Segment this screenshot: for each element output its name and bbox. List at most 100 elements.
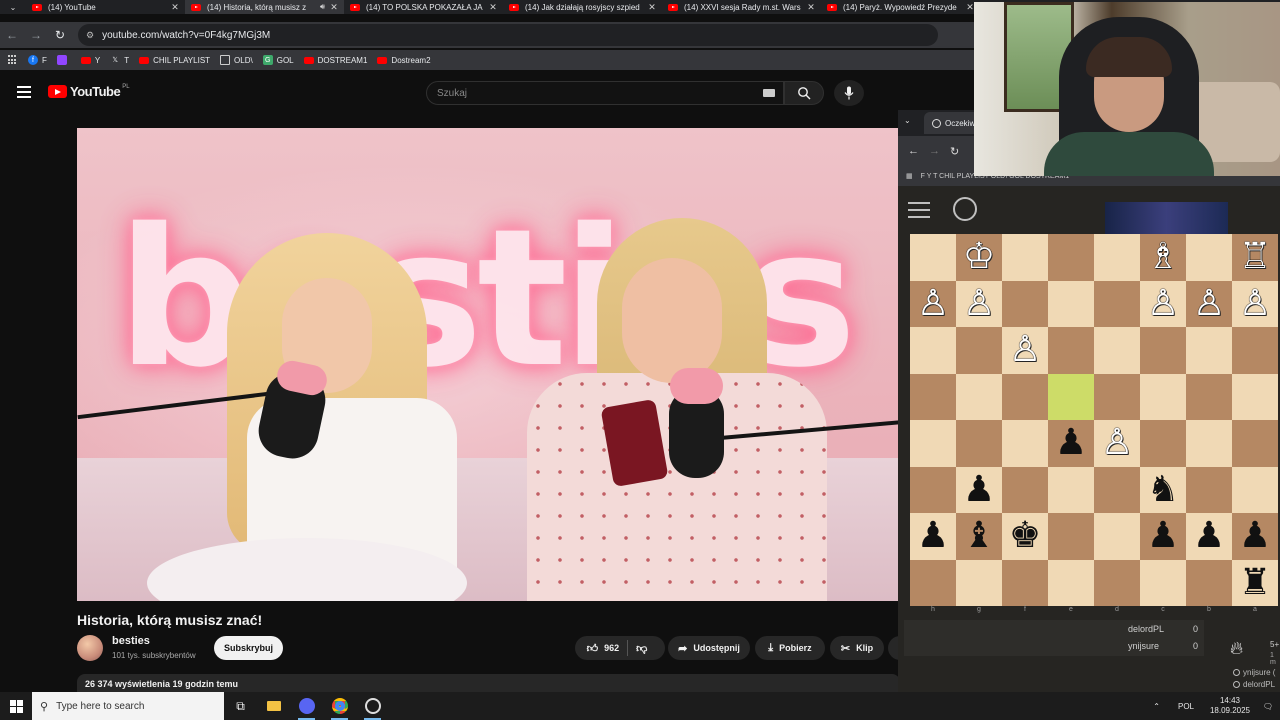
board-square[interactable]: ♙	[1094, 420, 1140, 467]
black-knight-icon[interactable]: ♞	[1147, 471, 1179, 508]
channel-avatar[interactable]	[77, 635, 103, 661]
board-square[interactable]	[1002, 466, 1048, 513]
description-box[interactable]: 26 374 wyświetlenia 19 godzin temu	[77, 674, 900, 692]
board-square[interactable]	[1094, 280, 1140, 327]
board-square[interactable]	[1140, 373, 1186, 420]
board-square[interactable]	[1002, 420, 1048, 467]
board-square[interactable]	[1094, 327, 1140, 374]
board-square[interactable]	[910, 327, 956, 374]
browser-tab-szpiedzy[interactable]: (14) Jak działają rosyjscy szpied ✕	[503, 0, 662, 14]
board-square[interactable]	[1186, 559, 1232, 606]
browser-tab-paryz[interactable]: (14) Paryż. Wypowiedź Prezyde ✕	[821, 0, 980, 14]
black-pawn-icon[interactable]: ♟	[917, 518, 949, 554]
back-icon[interactable]: ←	[908, 145, 919, 157]
white-pawn-icon[interactable]: ♙	[1193, 285, 1225, 322]
board-square[interactable]: ♙	[1140, 280, 1186, 327]
board-square[interactable]: ♚	[1002, 513, 1048, 560]
board-square[interactable]	[1186, 327, 1232, 374]
board-square[interactable]	[1048, 327, 1094, 374]
bookmark-dostream2[interactable]: Dostream2	[377, 56, 431, 65]
board-square[interactable]	[956, 420, 1002, 467]
board-square[interactable]: ♟	[1186, 513, 1232, 560]
board-square[interactable]: ♖	[1232, 234, 1278, 281]
white-pawn-icon[interactable]: ♙	[963, 285, 995, 322]
player-name[interactable]: delordPL	[1128, 624, 1164, 634]
taskbar-search-input[interactable]: ⚲ Type here to search	[32, 692, 224, 720]
like-count[interactable]: 962	[604, 643, 619, 653]
board-square[interactable]	[1002, 559, 1048, 606]
board-square[interactable]	[1048, 280, 1094, 327]
board-square[interactable]	[1186, 234, 1232, 281]
list-item[interactable]: delordPL	[1233, 679, 1275, 691]
board-square[interactable]	[956, 327, 1002, 374]
bookmark-old[interactable]: OLD\	[220, 55, 253, 65]
download-button[interactable]: ⤓ Pobierz	[755, 636, 825, 660]
board-square[interactable]	[1140, 420, 1186, 467]
speaker-icon[interactable]: 🔊︎	[320, 2, 325, 12]
lichess-logo-icon[interactable]	[953, 197, 977, 221]
board-square[interactable]	[1048, 234, 1094, 281]
back-icon[interactable]: ←	[0, 28, 24, 42]
share-button[interactable]: ➦ Udostępnij	[668, 636, 750, 660]
url-field[interactable]: ⚙ youtube.com/watch?v=0F4kg7MGj3M	[78, 24, 938, 46]
search-input[interactable]: Szukaj	[426, 81, 784, 105]
board-square[interactable]: ♝	[956, 513, 1002, 560]
black-rook-icon[interactable]: ♜	[1239, 564, 1271, 601]
white-pawn-icon[interactable]: ♙	[1239, 285, 1271, 322]
board-square[interactable]: ♙	[956, 280, 1002, 327]
board-square[interactable]	[956, 559, 1002, 606]
player-name[interactable]: ynijsure	[1128, 641, 1159, 651]
site-menu-icon[interactable]	[908, 202, 930, 218]
board-square[interactable]	[910, 466, 956, 513]
white-king-icon[interactable]: ♔	[963, 239, 995, 275]
board-square[interactable]: ♟	[1232, 513, 1278, 560]
browser-tab-sesja[interactable]: (14) XXVI sesja Rady m.st. Wars ✕	[662, 0, 821, 14]
board-square[interactable]	[1048, 559, 1094, 606]
channel-name[interactable]: besties	[112, 635, 150, 647]
apps-grid-icon[interactable]: ▦	[906, 172, 913, 180]
search-button[interactable]	[784, 81, 824, 105]
discord-icon[interactable]	[290, 692, 323, 720]
board-square[interactable]: ♔	[956, 234, 1002, 281]
browser-tab-polska[interactable]: (14) TO POLSKA POKAZAŁA JA ✕	[344, 0, 503, 14]
white-pawn-icon[interactable]: ♙	[1147, 285, 1179, 322]
black-pawn-icon[interactable]: ♟	[1193, 518, 1225, 554]
site-info-icon[interactable]: ⚙	[86, 30, 94, 41]
board-square[interactable]: ♙	[1186, 280, 1232, 327]
chess-app-icon[interactable]	[356, 692, 389, 720]
reload-icon[interactable]: ↻	[950, 145, 959, 158]
board-square[interactable]: ♙	[1002, 327, 1048, 374]
close-icon[interactable]: ✕	[646, 2, 658, 13]
list-item[interactable]: ynijsure (	[1233, 667, 1275, 679]
keyboard-icon[interactable]	[763, 89, 775, 97]
close-icon[interactable]: ✕	[487, 2, 499, 13]
thumbs-up-icon[interactable]: 👍︎	[587, 642, 599, 655]
board-square[interactable]	[1186, 373, 1232, 420]
board-square[interactable]: ♞	[1140, 466, 1186, 513]
board-square[interactable]	[1048, 513, 1094, 560]
voice-search-button[interactable]	[834, 80, 864, 106]
board-square[interactable]	[1232, 327, 1278, 374]
board-square[interactable]	[1094, 559, 1140, 606]
board-square[interactable]	[1140, 327, 1186, 374]
menu-icon[interactable]	[17, 86, 31, 98]
black-bishop-icon[interactable]: ♝	[963, 518, 995, 554]
tab-search-icon[interactable]: ⌄	[904, 116, 911, 125]
board-square[interactable]: ♟	[1048, 420, 1094, 467]
bookmark-x[interactable]: 𝕏T	[110, 55, 129, 65]
board-square[interactable]	[1094, 466, 1140, 513]
language-indicator[interactable]: POL	[1178, 702, 1194, 711]
subscribe-button[interactable]: Subskrybuj	[214, 636, 283, 660]
white-pawn-icon[interactable]: ♙	[917, 285, 949, 322]
white-pawn-icon[interactable]: ♙	[1009, 332, 1041, 368]
board-square[interactable]: ♗	[1140, 234, 1186, 281]
white-bishop-icon[interactable]: ♗	[1147, 239, 1179, 275]
task-view-icon[interactable]: ⧉	[224, 692, 257, 720]
board-square[interactable]: ♟	[1140, 513, 1186, 560]
board-square[interactable]	[1002, 373, 1048, 420]
clip-button[interactable]: ✂ Klip	[830, 636, 884, 660]
board-square[interactable]	[1140, 559, 1186, 606]
white-rook-icon[interactable]: ♖	[1239, 239, 1271, 275]
forward-icon[interactable]: →	[929, 145, 940, 157]
bookmark-twitch[interactable]	[56, 55, 71, 65]
